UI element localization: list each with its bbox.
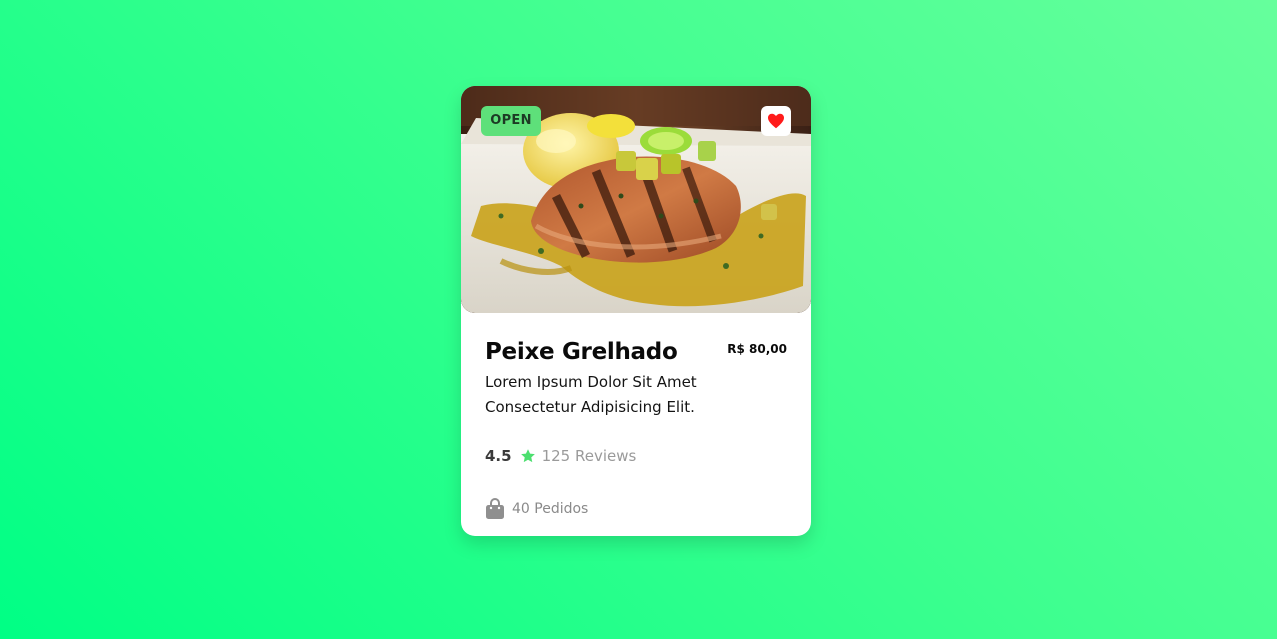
shopping-bag-icon — [486, 498, 504, 519]
star-icon — [520, 449, 535, 463]
orders-count: 40 Pedidos — [512, 501, 589, 517]
orders-row: 40 Pedidos — [485, 496, 787, 522]
title-row: Peixe Grelhado R$ 80,00 — [485, 336, 787, 368]
dish-title: Peixe Grelhado — [485, 339, 678, 365]
price-label: R$ 80,00 — [727, 342, 787, 356]
favorite-button[interactable] — [761, 106, 791, 136]
rating-value: 4.5 — [485, 447, 512, 465]
card-content: Peixe Grelhado R$ 80,00 Lorem Ipsum Dolo… — [485, 336, 787, 522]
reviews-count[interactable]: 125 Reviews — [542, 447, 637, 465]
product-card[interactable]: OPEN Peixe Grelhado R$ 80,00 Lorem Ipsum… — [461, 86, 811, 536]
dish-description: Lorem Ipsum Dolor Sit Amet Consectetur A… — [485, 373, 697, 416]
status-badge: OPEN — [481, 106, 541, 136]
heart-icon — [768, 113, 784, 129]
rating-row: 4.5 125 Reviews — [485, 444, 787, 468]
